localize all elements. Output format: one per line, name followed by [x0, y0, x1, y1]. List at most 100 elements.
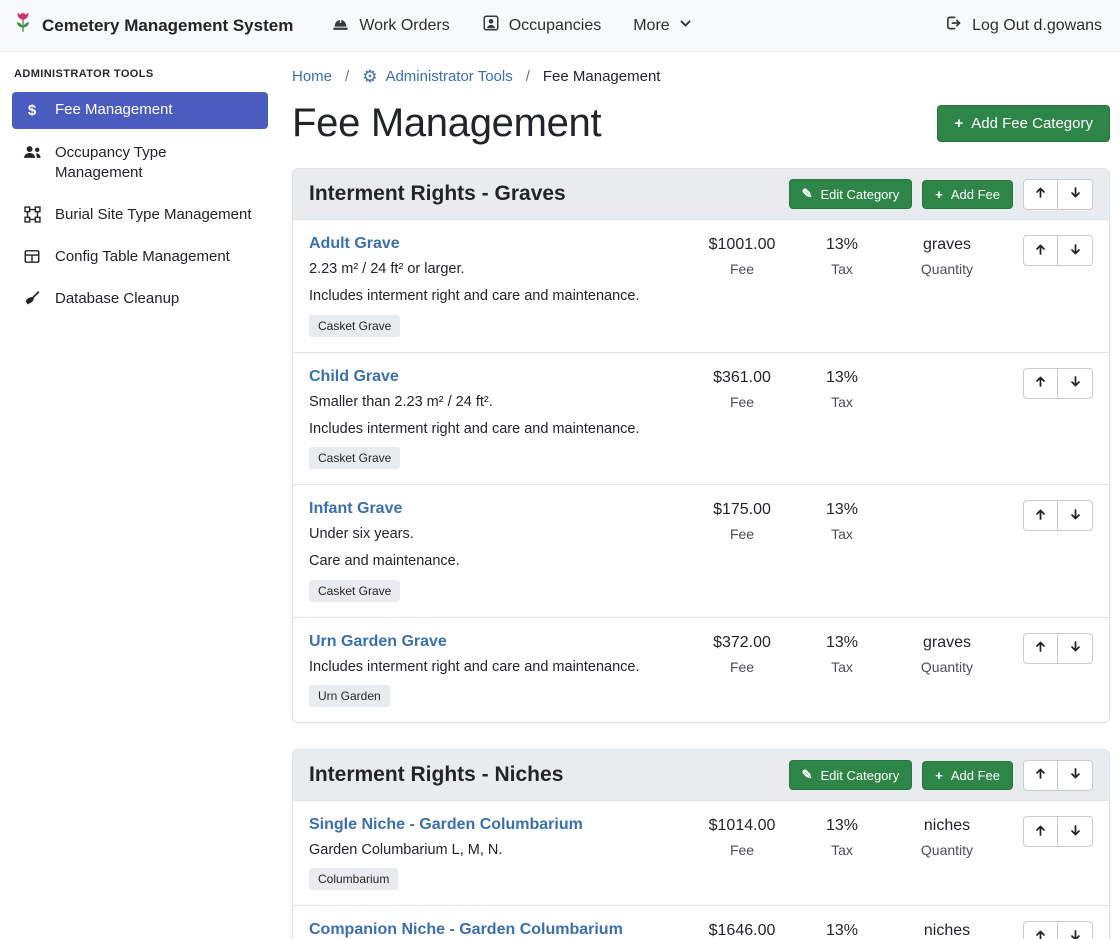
- fee-tax-label: Tax: [797, 394, 887, 410]
- fee-reorder-group: [1023, 235, 1093, 266]
- fee-tax-label: Tax: [797, 842, 887, 858]
- fee-reorder-group: [1023, 816, 1093, 847]
- edit-category-label: Edit Category: [820, 768, 899, 783]
- add-fee-category-button[interactable]: + Add Fee Category: [937, 105, 1110, 142]
- fee-move-down-button[interactable]: [1058, 368, 1093, 399]
- fee-quantity-column: [887, 500, 1007, 508]
- sign-out-icon: [944, 14, 963, 37]
- brand[interactable]: Cemetery Management System: [12, 10, 293, 42]
- fee-move-down-button[interactable]: [1058, 633, 1093, 664]
- fee-move-up-button[interactable]: [1023, 235, 1058, 266]
- nav-item-more[interactable]: More: [617, 9, 707, 43]
- arrow-down-icon: [1069, 508, 1082, 524]
- gear-icon: ⚙: [362, 68, 377, 85]
- fee-name[interactable]: Urn Garden Grave: [309, 633, 681, 651]
- fee-tax-column: 13% Tax: [797, 500, 887, 542]
- fee-tax: 13%: [797, 236, 887, 254]
- fee-move-down-button[interactable]: [1058, 500, 1093, 531]
- fee-quantity-column: graves Quantity: [887, 235, 1007, 277]
- sidebar-item-fee-management[interactable]: $ Fee Management: [12, 92, 268, 129]
- fee-name[interactable]: Adult Grave: [309, 235, 681, 253]
- app-root: Cemetery Management System Work Orders: [0, 0, 1120, 939]
- fee-row: Companion Niche - Garden Columbarium Gar…: [293, 905, 1109, 939]
- fee-amount: $1646.00: [687, 922, 797, 939]
- arrow-up-icon: [1034, 186, 1047, 202]
- fee-name[interactable]: Child Grave: [309, 368, 681, 386]
- fee-description: Includes interment right and care and ma…: [309, 657, 681, 677]
- fee-move-up-button[interactable]: [1023, 633, 1058, 664]
- fee-descriptions: Under six years.Care and maintenance.: [309, 524, 681, 572]
- fee-badge: Columbarium: [309, 868, 398, 890]
- sidebar-item-burial-site-type-management[interactable]: Burial Site Type Management: [12, 197, 268, 233]
- fee-tax: 13%: [797, 501, 887, 519]
- fee-quantity-label: Quantity: [887, 659, 1007, 675]
- fee-row: Adult Grave 2.23 m² / 24 ft² or larger.I…: [293, 219, 1109, 352]
- add-fee-category-label: Add Fee Category: [971, 115, 1093, 132]
- fee-main: Single Niche - Garden Columbarium Garden…: [309, 816, 687, 890]
- arrow-down-icon: [1069, 186, 1082, 202]
- sidebar-item-label: Database Cleanup: [55, 289, 179, 309]
- breadcrumb-home-link[interactable]: Home: [292, 68, 332, 85]
- arrow-down-icon: [1069, 767, 1082, 783]
- breadcrumb-admin-tools-link[interactable]: ⚙ Administrator Tools: [362, 68, 513, 85]
- fee-main: Child Grave Smaller than 2.23 m² / 24 ft…: [309, 368, 687, 470]
- fee-amount-label: Fee: [687, 394, 797, 410]
- fee-row: Single Niche - Garden Columbarium Garden…: [293, 800, 1109, 905]
- category-move-up-button[interactable]: [1023, 760, 1058, 791]
- fee-move-down-button[interactable]: [1058, 816, 1093, 847]
- breadcrumb-admin-tools-label: Administrator Tools: [385, 68, 512, 85]
- fee-quantity-column: [887, 368, 1007, 376]
- fee-descriptions: 2.23 m² / 24 ft² or larger.Includes inte…: [309, 259, 681, 307]
- fee-move-up-button[interactable]: [1023, 500, 1058, 531]
- fee-main: Urn Garden Grave Includes interment righ…: [309, 633, 687, 707]
- sidebar-item-label: Config Table Management: [55, 247, 230, 267]
- fee-name[interactable]: Infant Grave: [309, 500, 681, 518]
- fee-amount-label: Fee: [687, 842, 797, 858]
- sidebar-item-database-cleanup[interactable]: Database Cleanup: [12, 281, 268, 317]
- fee-amount-label: Fee: [687, 659, 797, 675]
- fee-move-down-button[interactable]: [1058, 235, 1093, 266]
- fee-amount-column: $175.00 Fee: [687, 500, 797, 542]
- sidebar-item-config-table-management[interactable]: Config Table Management: [12, 239, 268, 275]
- fee-move-up-button[interactable]: [1023, 368, 1058, 399]
- fee-tax-label: Tax: [797, 659, 887, 675]
- categories: Interment Rights - Graves ✎ Edit Categor…: [292, 168, 1110, 939]
- category-title: Interment Rights - Niches: [309, 763, 563, 787]
- fee-quantity-column: niches Quantity: [887, 816, 1007, 858]
- fee-move-up-button[interactable]: [1023, 816, 1058, 847]
- fee-descriptions: Includes interment right and care and ma…: [309, 657, 681, 677]
- edit-category-button[interactable]: ✎ Edit Category: [789, 179, 913, 209]
- fee-tax: 13%: [797, 817, 887, 835]
- fee-name[interactable]: Single Niche - Garden Columbarium: [309, 816, 681, 834]
- breadcrumb-separator: /: [345, 68, 349, 85]
- edit-category-button[interactable]: ✎ Edit Category: [789, 760, 913, 790]
- chevron-down-icon: [679, 17, 692, 35]
- nav-item-work-orders[interactable]: Work Orders: [315, 7, 465, 45]
- add-fee-button[interactable]: + Add Fee: [922, 761, 1013, 790]
- arrow-up-icon: [1034, 243, 1047, 259]
- fee-name[interactable]: Companion Niche - Garden Columbarium: [309, 921, 681, 939]
- plus-icon: +: [935, 187, 943, 202]
- category-move-up-button[interactable]: [1023, 179, 1058, 210]
- arrow-up-icon: [1034, 767, 1047, 783]
- plus-icon: +: [935, 768, 943, 783]
- nav-item-occupancies[interactable]: Occupancies: [466, 6, 618, 45]
- fee-tax: 13%: [797, 634, 887, 652]
- logout-link[interactable]: Log Out d.gowans: [944, 14, 1102, 37]
- category-move-down-button[interactable]: [1058, 179, 1093, 210]
- occupant-portrait-icon: [482, 14, 500, 37]
- fee-amount-column: $1014.00 Fee: [687, 816, 797, 858]
- add-fee-button[interactable]: + Add Fee: [922, 180, 1013, 209]
- fee-quantity: graves: [887, 634, 1007, 652]
- category-reorder-group: [1023, 179, 1093, 210]
- fee-move-up-button[interactable]: [1023, 921, 1058, 939]
- fee-move-down-button[interactable]: [1058, 921, 1093, 939]
- add-fee-label: Add Fee: [951, 768, 1000, 783]
- nav-item-label: Occupancies: [509, 17, 602, 35]
- fee-main: Infant Grave Under six years.Care and ma…: [309, 500, 687, 602]
- category-move-down-button[interactable]: [1058, 760, 1093, 791]
- arrow-up-icon: [1034, 824, 1047, 840]
- sidebar-item-occupancy-type-management[interactable]: Occupancy Type Management: [12, 135, 268, 191]
- fee-quantity-column: graves Quantity: [887, 633, 1007, 675]
- add-fee-label: Add Fee: [951, 187, 1000, 202]
